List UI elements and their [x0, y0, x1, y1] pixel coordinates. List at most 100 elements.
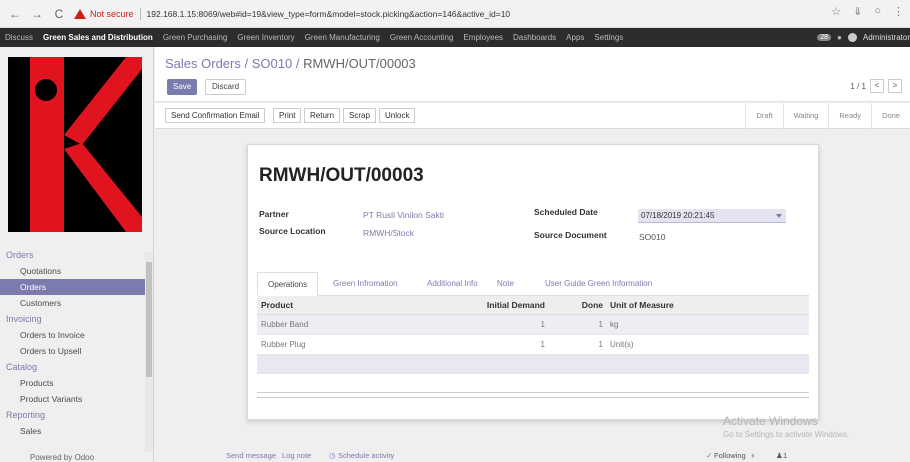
- sidebar-section-orders[interactable]: Orders: [0, 247, 145, 263]
- warning-icon: [74, 8, 86, 19]
- sidebar-section-catalog[interactable]: Catalog: [0, 359, 145, 375]
- control-panel: Sales Orders / SO010 / RMWH/OUT/00003 Sa…: [155, 47, 910, 102]
- chevron-down-icon[interactable]: [776, 214, 782, 218]
- cell-initial-demand: 1: [540, 320, 545, 329]
- sidebar-section-reporting[interactable]: Reporting: [0, 407, 145, 423]
- download-icon[interactable]: ⇓: [853, 5, 862, 18]
- source-location-label: Source Location: [259, 226, 326, 236]
- address-separator: [139, 7, 141, 20]
- tab-operations[interactable]: Operations: [257, 272, 319, 296]
- scheduled-date-label: Scheduled Date: [534, 207, 598, 217]
- print-button[interactable]: Print: [273, 108, 302, 123]
- followers-count[interactable]: 1: [783, 451, 787, 460]
- sidebar-item-product-variants[interactable]: Product Variants: [0, 391, 145, 407]
- stage-done: Done: [871, 103, 910, 129]
- schedule-activity-button[interactable]: Schedule activity: [338, 451, 394, 460]
- windows-watermark: Activate Windows Go to Settings to activ…: [723, 415, 849, 441]
- discard-button[interactable]: Discard: [205, 79, 247, 95]
- pager-prev-button[interactable]: <: [870, 79, 884, 93]
- watermark-subtitle: Go to Settings to activate Windows.: [723, 430, 850, 439]
- cell-product: Rubber Plug: [261, 340, 306, 349]
- following-button[interactable]: Following: [714, 451, 746, 460]
- send-confirmation-email-button[interactable]: Send Confirmation Email: [165, 108, 266, 123]
- return-button[interactable]: Return: [304, 108, 341, 123]
- messages-badge[interactable]: 28: [817, 34, 832, 41]
- browser-toolbar: ← → C Not secure 192.168.1.15:8069/web#i…: [0, 0, 910, 28]
- menu-green-purchasing[interactable]: Green Purchasing: [158, 33, 232, 42]
- header-done[interactable]: Done: [549, 296, 607, 314]
- pager-value[interactable]: 1 / 1: [850, 82, 866, 91]
- sidebar-item-products[interactable]: Products: [0, 375, 145, 391]
- header-unit-of-measure[interactable]: Unit of Measure: [607, 296, 787, 314]
- tab-user-guide[interactable]: User Guide Green Information: [535, 272, 662, 296]
- sidebar-item-quotations[interactable]: Quotations: [0, 263, 145, 279]
- partner-field[interactable]: PT Rusli Vinilon Sakti: [363, 210, 444, 220]
- stage-waiting: Waiting: [782, 103, 829, 129]
- sidebar: Orders Quotations Orders Customers Invoi…: [0, 47, 154, 462]
- not-secure-label: Not secure: [90, 8, 134, 19]
- profile-icon[interactable]: ○: [874, 5, 881, 18]
- sidebar-item-orders-to-invoice[interactable]: Orders to Invoice: [0, 327, 145, 343]
- send-message-button[interactable]: Send message: [226, 451, 276, 460]
- table-row[interactable]: Rubber Band 1 1 kg: [257, 315, 809, 335]
- menu-icon[interactable]: ⋮: [893, 5, 904, 18]
- header-product[interactable]: Product: [257, 296, 467, 314]
- sidebar-scrollbar[interactable]: [145, 252, 153, 452]
- browser-actions: ☆ ⇓ ○ ⋮: [831, 5, 904, 18]
- company-logo: [8, 57, 142, 232]
- menu-green-manufacturing[interactable]: Green Manufacturing: [300, 33, 385, 42]
- sidebar-item-customers[interactable]: Customers: [0, 295, 145, 311]
- user-menu[interactable]: Administrator: [863, 33, 910, 42]
- stage-draft: Draft: [745, 103, 782, 129]
- bell-icon[interactable]: ♦: [751, 451, 755, 460]
- address-bar[interactable]: Not secure 192.168.1.15:8069/web#id=19&v…: [74, 4, 510, 24]
- table-empty-row: [257, 355, 809, 374]
- tab-green-information[interactable]: Green Infromation: [323, 272, 407, 296]
- menu-dashboards[interactable]: Dashboards: [508, 33, 561, 42]
- breadcrumb-sales-orders[interactable]: Sales Orders: [165, 56, 241, 71]
- reload-icon[interactable]: C: [52, 7, 66, 21]
- unlock-button[interactable]: Unlock: [379, 108, 416, 123]
- save-button[interactable]: Save: [167, 79, 198, 95]
- activity-icon[interactable]: ●: [837, 33, 842, 42]
- sidebar-item-sales[interactable]: Sales: [0, 423, 145, 439]
- tab-note[interactable]: Note: [487, 272, 524, 296]
- chatter-bar: Send message Log note ◷ Schedule activit…: [155, 449, 910, 462]
- scheduled-date-field[interactable]: 07/18/2019 20:21:45: [638, 209, 786, 223]
- breadcrumb-order[interactable]: SO010: [252, 56, 292, 71]
- log-note-button[interactable]: Log note: [282, 451, 311, 460]
- cell-uom: kg: [610, 320, 619, 329]
- menu-apps[interactable]: Apps: [561, 33, 589, 42]
- header-initial-demand[interactable]: Initial Demand: [467, 296, 549, 314]
- menu-green-sales[interactable]: Green Sales and Distribution: [38, 33, 158, 42]
- sidebar-section-invoicing[interactable]: Invoicing: [0, 311, 145, 327]
- tab-additional-info[interactable]: Additional Info: [417, 272, 488, 296]
- sidebar-item-orders[interactable]: Orders: [0, 279, 145, 295]
- menu-discuss[interactable]: Discuss: [0, 33, 38, 42]
- sidebar-item-orders-to-upsell[interactable]: Orders to Upsell: [0, 343, 145, 359]
- stage-bar: Draft Waiting Ready Done: [745, 103, 910, 129]
- star-icon[interactable]: ☆: [831, 5, 841, 18]
- back-icon[interactable]: ←: [8, 7, 22, 21]
- scrap-button[interactable]: Scrap: [343, 108, 376, 123]
- statusbar: Send Confirmation Email Print Return Scr…: [155, 103, 910, 129]
- menu-settings[interactable]: Settings: [589, 33, 628, 42]
- source-location-field[interactable]: RMWH/Stock: [363, 228, 414, 238]
- menu-green-inventory[interactable]: Green Inventory: [232, 33, 299, 42]
- avatar[interactable]: [847, 33, 857, 42]
- menu-green-accounting[interactable]: Green Accounting: [385, 33, 459, 42]
- powered-by[interactable]: Powered by Odoo: [30, 453, 94, 462]
- table-row[interactable]: Rubber Plug 1 1 Unit(s): [257, 335, 809, 355]
- source-document-field[interactable]: SO010: [639, 232, 665, 242]
- scheduled-date-value: 07/18/2019 20:21:45: [641, 211, 715, 220]
- menu-employees[interactable]: Employees: [458, 33, 508, 42]
- page-title: RMWH/OUT/00003: [259, 165, 424, 186]
- breadcrumb: Sales Orders / SO010 / RMWH/OUT/00003: [165, 56, 416, 71]
- cell-actions: [787, 315, 809, 334]
- pager-next-button[interactable]: >: [888, 79, 902, 93]
- breadcrumb-separator: /: [295, 56, 304, 71]
- scrollbar-thumb[interactable]: [146, 262, 152, 377]
- forward-icon[interactable]: →: [30, 7, 44, 21]
- url-text[interactable]: 192.168.1.15:8069/web#id=19&view_type=fo…: [147, 9, 511, 19]
- cell-initial-demand: 1: [540, 340, 545, 349]
